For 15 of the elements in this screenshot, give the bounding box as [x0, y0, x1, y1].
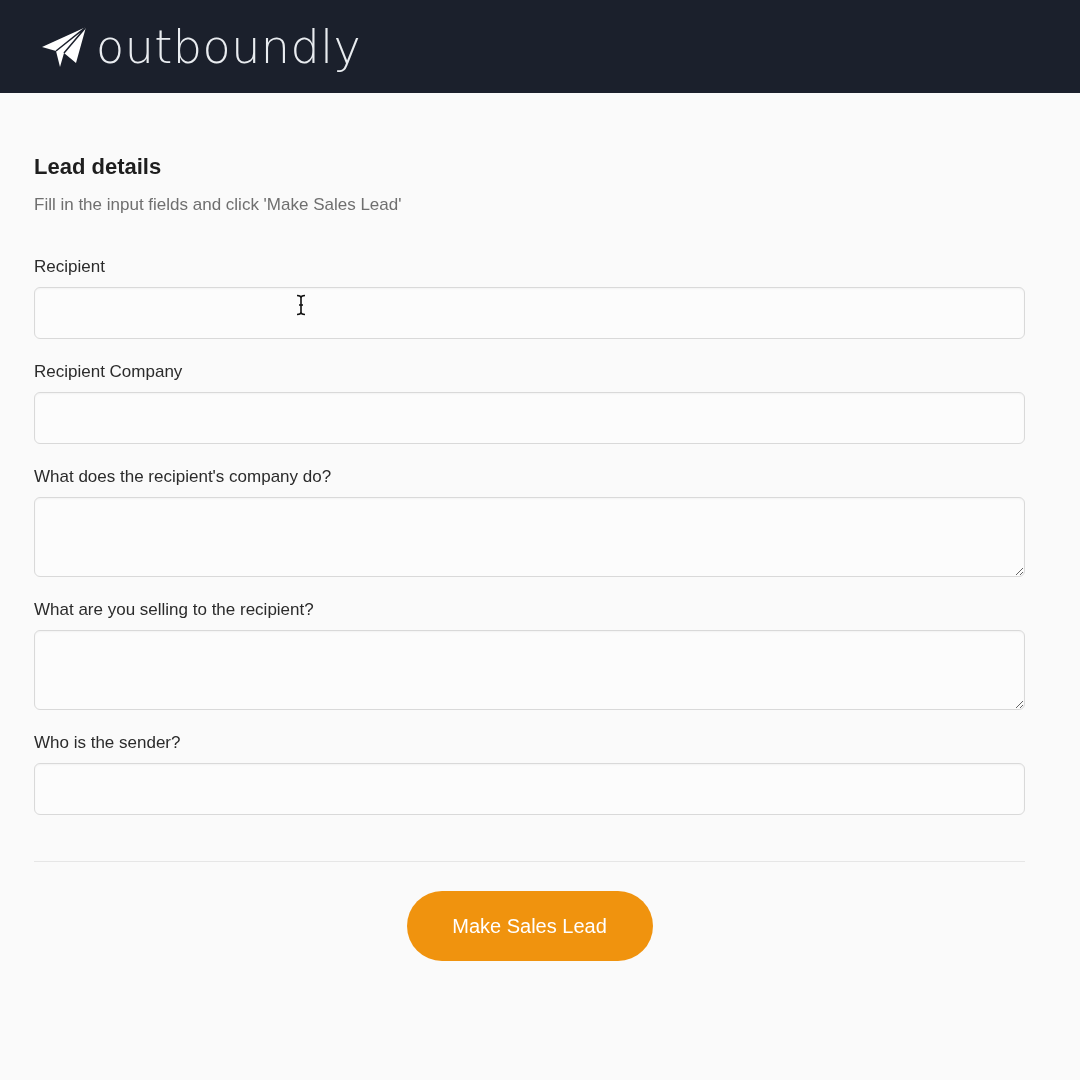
field-label: Recipient Company [34, 362, 183, 382]
field-label: What does the recipient's company do? [34, 467, 332, 487]
form-title: Lead details [34, 153, 162, 181]
input-field[interactable] [34, 287, 1025, 339]
form-subtitle: Fill in the input fields and click 'Make Sales Lead' [34, 195, 402, 215]
field-label: Recipient [34, 257, 105, 277]
input-field[interactable] [34, 763, 1025, 815]
field-label: What are you selling to the recipient? [34, 600, 314, 620]
field-label: Who is the sender? [34, 733, 181, 753]
paper-plane-icon [42, 26, 86, 67]
text-area[interactable] [34, 497, 1025, 577]
text-area[interactable] [34, 630, 1025, 710]
brand-logo: outboundly [96, 18, 362, 75]
input-field[interactable] [34, 392, 1025, 444]
make-sales-lead-button[interactable]: Make Sales Lead [406, 891, 653, 961]
